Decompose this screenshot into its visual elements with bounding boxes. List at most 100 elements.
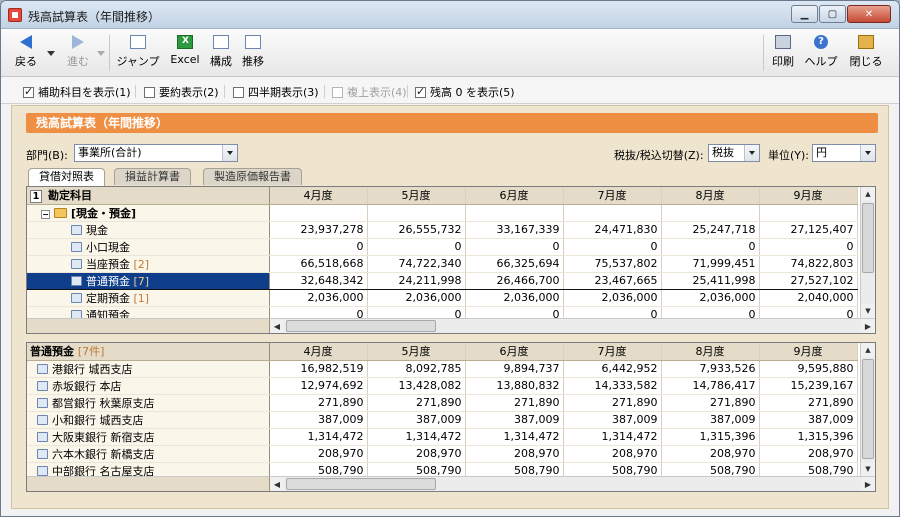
value-cell[interactable]: 208,970: [367, 445, 466, 463]
value-cell[interactable]: 66,325,694: [465, 255, 564, 273]
trend-button[interactable]: 推移: [239, 33, 267, 73]
jump-button[interactable]: ジャンプ: [114, 33, 162, 73]
column-header-month[interactable]: 6月度: [465, 343, 564, 361]
value-cell[interactable]: 271,890: [661, 394, 760, 412]
checkbox[interactable]: [144, 86, 155, 98]
value-cell[interactable]: 1,315,396: [661, 428, 760, 446]
table-row[interactable]: 小和銀行 城西支店 387,009 387,009 387,009 387,00…: [27, 411, 858, 429]
tab-balance-sheet[interactable]: 貸借対照表: [28, 168, 105, 186]
value-cell[interactable]: 2,040,000: [759, 289, 858, 307]
value-cell[interactable]: 26,466,700: [465, 271, 564, 290]
value-cell[interactable]: 208,970: [759, 445, 858, 463]
value-cell[interactable]: 13,880,832: [465, 377, 564, 395]
value-cell[interactable]: 208,970: [661, 445, 760, 463]
value-cell[interactable]: 0: [367, 238, 466, 256]
scroll-right-icon[interactable]: ▶: [861, 319, 875, 333]
bank-cell[interactable]: 港銀行 城西支店: [27, 360, 270, 378]
scroll-down-icon[interactable]: ▼: [861, 462, 875, 476]
upper-vertical-scrollbar[interactable]: ▲ ▼: [860, 187, 875, 318]
table-row[interactable]: 都営銀行 秋葉原支店 271,890 271,890 271,890 271,8…: [27, 394, 858, 412]
value-cell[interactable]: 74,722,340: [367, 255, 466, 273]
compose-button[interactable]: 構成: [207, 33, 235, 73]
table-row[interactable]: 現金 23,937,278 26,555,732 33,167,339 24,4…: [27, 221, 858, 239]
department-select[interactable]: 事業所(合計): [74, 144, 238, 162]
column-header-month[interactable]: 7月度: [563, 187, 662, 205]
table-row[interactable]: 当座預金 [2] 66,518,668 74,722,340 66,325,69…: [27, 255, 858, 273]
value-cell[interactable]: 6,442,952: [563, 360, 662, 378]
scroll-left-icon[interactable]: ◀: [270, 319, 284, 333]
value-cell[interactable]: 0: [661, 238, 760, 256]
column-header-month[interactable]: 7月度: [563, 343, 662, 361]
scroll-right-icon[interactable]: ▶: [861, 477, 875, 491]
value-cell[interactable]: 271,890: [563, 394, 662, 412]
checkbox[interactable]: [415, 85, 426, 98]
table-row[interactable]: 大阪東銀行 新宿支店 1,314,472 1,314,472 1,314,472…: [27, 428, 858, 446]
value-cell[interactable]: 9,595,880: [759, 360, 858, 378]
value-cell[interactable]: 387,009: [759, 411, 858, 429]
upper-horizontal-scrollbar[interactable]: ◀ ▶: [270, 318, 875, 333]
scroll-left-icon[interactable]: ◀: [270, 477, 284, 491]
value-cell[interactable]: 271,890: [269, 394, 368, 412]
value-cell[interactable]: 0: [465, 238, 564, 256]
help-button[interactable]: ? ヘルプ: [803, 33, 839, 73]
value-cell[interactable]: 271,890: [367, 394, 466, 412]
option-compound-view[interactable]: 複上表示(4): [332, 84, 407, 100]
scroll-thumb[interactable]: [286, 478, 436, 490]
column-header-month[interactable]: 5月度: [367, 343, 466, 361]
value-cell[interactable]: 75,537,802: [563, 255, 662, 273]
chevron-down-icon[interactable]: [744, 145, 759, 161]
checkbox[interactable]: [233, 86, 244, 98]
table-row-group[interactable]: − [現金・預金]: [27, 204, 858, 222]
value-cell[interactable]: 13,428,082: [367, 377, 466, 395]
collapse-icon[interactable]: −: [41, 209, 50, 219]
scroll-thumb[interactable]: [862, 203, 874, 273]
column-header-month[interactable]: 6月度: [465, 187, 564, 205]
value-cell[interactable]: 387,009: [269, 411, 368, 429]
exit-button[interactable]: 閉じる: [847, 33, 885, 73]
back-dropdown-icon[interactable]: [47, 51, 55, 56]
chevron-down-icon[interactable]: [222, 145, 237, 161]
value-cell[interactable]: 32,648,342: [269, 271, 368, 290]
value-cell[interactable]: 1,315,396: [759, 428, 858, 446]
value-cell[interactable]: 7,933,526: [661, 360, 760, 378]
table-row[interactable]: 港銀行 城西支店 16,982,519 8,092,785 9,894,737 …: [27, 360, 858, 378]
chevron-down-icon[interactable]: [860, 145, 875, 161]
value-cell[interactable]: 0: [759, 238, 858, 256]
lower-vertical-scrollbar[interactable]: ▲ ▼: [860, 343, 875, 476]
forward-button[interactable]: 進む: [61, 33, 95, 73]
value-cell[interactable]: 71,999,451: [661, 255, 760, 273]
bank-cell[interactable]: 六本木銀行 新橋支店: [27, 445, 270, 463]
value-cell[interactable]: 0: [563, 238, 662, 256]
group-cell[interactable]: − [現金・預金]: [27, 204, 270, 222]
value-cell[interactable]: 9,894,737: [465, 360, 564, 378]
value-cell[interactable]: 23,467,665: [563, 271, 662, 290]
value-cell[interactable]: 2,036,000: [465, 289, 564, 307]
value-cell[interactable]: 2,036,000: [367, 289, 466, 307]
value-cell[interactable]: 15,239,167: [759, 377, 858, 395]
print-button[interactable]: 印刷: [769, 33, 797, 73]
checkbox[interactable]: [332, 86, 343, 98]
table-row-selected[interactable]: 普通預金 [7] 32,648,342 24,211,998 26,466,70…: [27, 271, 858, 290]
option-quarterly-view[interactable]: 四半期表示(3): [233, 84, 319, 100]
lower-horizontal-scrollbar[interactable]: ◀ ▶: [270, 476, 875, 491]
tab-manufacturing-cost[interactable]: 製造原価報告書: [203, 168, 302, 185]
value-cell[interactable]: 74,822,803: [759, 255, 858, 273]
back-button[interactable]: 戻る: [9, 33, 43, 73]
account-cell[interactable]: 当座預金 [2]: [27, 255, 270, 273]
value-cell[interactable]: 2,036,000: [269, 289, 368, 307]
table-row[interactable]: 定期預金 [1] 2,036,000 2,036,000 2,036,000 2…: [27, 289, 858, 307]
value-cell[interactable]: 208,970: [465, 445, 564, 463]
option-show-sub-accounts[interactable]: 補助科目を表示(1): [23, 84, 131, 100]
excel-button[interactable]: Excel: [167, 33, 203, 73]
bank-cell[interactable]: 赤坂銀行 本店: [27, 377, 270, 395]
value-cell[interactable]: 387,009: [563, 411, 662, 429]
value-cell[interactable]: 2,036,000: [661, 289, 760, 307]
value-cell[interactable]: 27,527,102: [759, 271, 858, 290]
value-cell[interactable]: 25,247,718: [661, 221, 760, 239]
account-cell[interactable]: 普通預金 [7]: [27, 271, 270, 290]
value-cell[interactable]: 16,982,519: [269, 360, 368, 378]
bank-cell[interactable]: 小和銀行 城西支店: [27, 411, 270, 429]
value-cell[interactable]: 271,890: [465, 394, 564, 412]
value-cell[interactable]: 1,314,472: [465, 428, 564, 446]
value-cell[interactable]: 33,167,339: [465, 221, 564, 239]
